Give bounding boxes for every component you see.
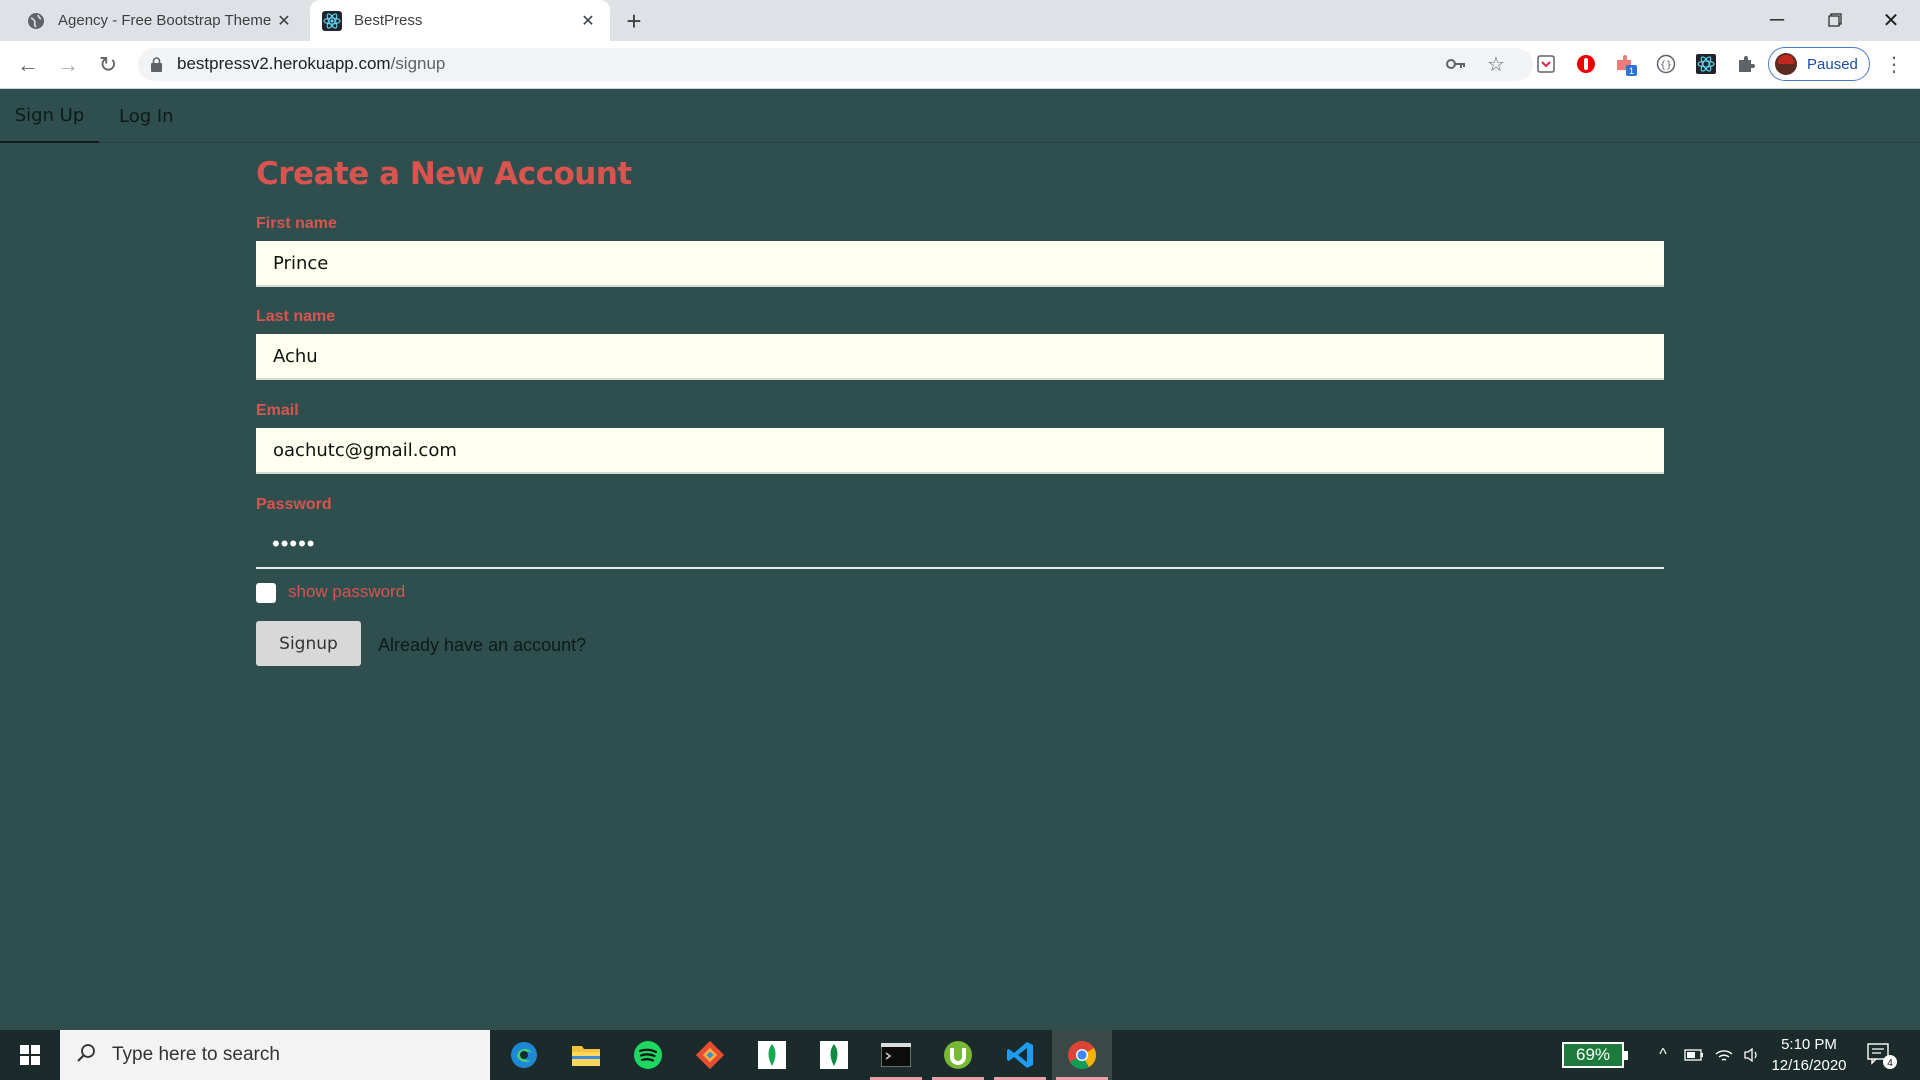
tab-bestpress[interactable]: BestPress ✕ <box>310 0 610 41</box>
battery-tray-icon[interactable] <box>1682 1042 1706 1068</box>
close-tab-icon[interactable]: ✕ <box>578 11 598 31</box>
search-icon <box>76 1043 96 1068</box>
wifi-icon[interactable] <box>1712 1042 1736 1068</box>
file-explorer-icon[interactable] <box>556 1030 616 1080</box>
extensions-puzzle-icon[interactable] <box>1732 50 1760 78</box>
adblock-extension-icon[interactable] <box>1572 50 1600 78</box>
first-name-input[interactable]: Prince <box>256 241 1664 287</box>
last-name-label: Last name <box>256 308 336 325</box>
git-icon[interactable] <box>680 1030 740 1080</box>
nav-login-link[interactable]: Log In <box>119 89 174 143</box>
show-password-label[interactable]: show password <box>288 582 405 602</box>
tab-agency[interactable]: Agency - Free Bootstrap Theme b ✕ <box>14 0 306 41</box>
first-name-label: First name <box>256 215 337 232</box>
notification-count: 4 <box>1887 1058 1893 1069</box>
pocket-extension-icon[interactable] <box>1532 50 1560 78</box>
lock-icon[interactable] <box>150 57 163 72</box>
battery-indicator[interactable]: 69% <box>1562 1042 1628 1068</box>
close-window-icon[interactable]: ✕ <box>1862 0 1920 40</box>
tab-title: Agency - Free Bootstrap Theme b <box>58 12 274 29</box>
react-icon <box>322 10 342 31</box>
minimize-icon[interactable]: ─ <box>1748 0 1806 40</box>
svg-text:{}: {} <box>1660 60 1672 71</box>
puzzle-badge-extension-icon[interactable]: 1 <box>1612 50 1640 78</box>
vscode-icon[interactable] <box>990 1030 1050 1080</box>
chevron-up-icon[interactable]: ^ <box>1652 1042 1674 1068</box>
already-have-account-link[interactable]: Already have an account? <box>378 635 586 656</box>
reload-icon[interactable]: ↻ <box>92 50 124 80</box>
url-text[interactable]: bestpressv2.herokuapp.com/signup <box>177 54 445 74</box>
avatar <box>1775 53 1797 75</box>
back-icon[interactable]: ← <box>12 50 44 80</box>
nav-signup-link[interactable]: Sign Up <box>0 89 99 143</box>
show-password-checkbox[interactable] <box>256 583 276 603</box>
last-name-input[interactable]: Achu <box>256 334 1664 380</box>
kebab-menu-icon[interactable]: ⋮ <box>1880 50 1908 78</box>
volume-icon[interactable] <box>1740 1042 1764 1068</box>
clock-time: 5:10 PM <box>1781 1036 1837 1053</box>
new-tab-button[interactable]: + <box>620 6 648 36</box>
taskbar-clock[interactable]: 5:10 PM 12/16/2020 <box>1762 1034 1856 1076</box>
mongodb-compass-icon[interactable] <box>804 1030 864 1080</box>
edge-icon[interactable] <box>494 1030 554 1080</box>
restore-icon[interactable] <box>1806 0 1864 40</box>
spotify-icon[interactable] <box>618 1030 678 1080</box>
notifications-icon[interactable]: 4 <box>1864 1040 1898 1070</box>
react-devtools-icon[interactable] <box>1692 50 1720 78</box>
devtools-extension-icon[interactable]: {} <box>1652 50 1680 78</box>
mongodb-icon[interactable] <box>742 1030 802 1080</box>
search-placeholder: Type here to search <box>112 1044 280 1065</box>
tab-title: BestPress <box>354 12 423 29</box>
password-input[interactable]: ••••• <box>256 520 1664 569</box>
profile-status: Paused <box>1807 55 1858 73</box>
url-path: /signup <box>390 54 446 73</box>
forward-icon[interactable]: → <box>52 50 84 80</box>
profile-button[interactable]: Paused <box>1768 47 1870 81</box>
taskbar-search-box[interactable]: Type here to search <box>60 1030 490 1080</box>
email-label: Email <box>256 402 299 419</box>
clock-date: 12/16/2020 <box>1771 1057 1847 1074</box>
extension-badge: 1 <box>1629 66 1634 76</box>
chrome-icon[interactable] <box>1052 1030 1112 1080</box>
windows-start-icon[interactable] <box>0 1030 60 1080</box>
close-tab-icon[interactable]: ✕ <box>274 11 294 31</box>
signup-button[interactable]: Signup <box>256 621 361 666</box>
terminal-icon[interactable] <box>866 1030 926 1080</box>
globe-icon <box>26 11 46 31</box>
utorrent-icon[interactable] <box>928 1030 988 1080</box>
page-title: Create a New Account <box>256 156 632 192</box>
app-navbar <box>0 89 1920 143</box>
password-label: Password <box>256 496 332 513</box>
email-input[interactable]: oachutc@gmail.com <box>256 428 1664 474</box>
bookmark-star-icon[interactable]: ☆ <box>1482 50 1510 78</box>
key-icon[interactable] <box>1442 50 1470 78</box>
url-host: bestpressv2.herokuapp.com <box>177 54 391 73</box>
